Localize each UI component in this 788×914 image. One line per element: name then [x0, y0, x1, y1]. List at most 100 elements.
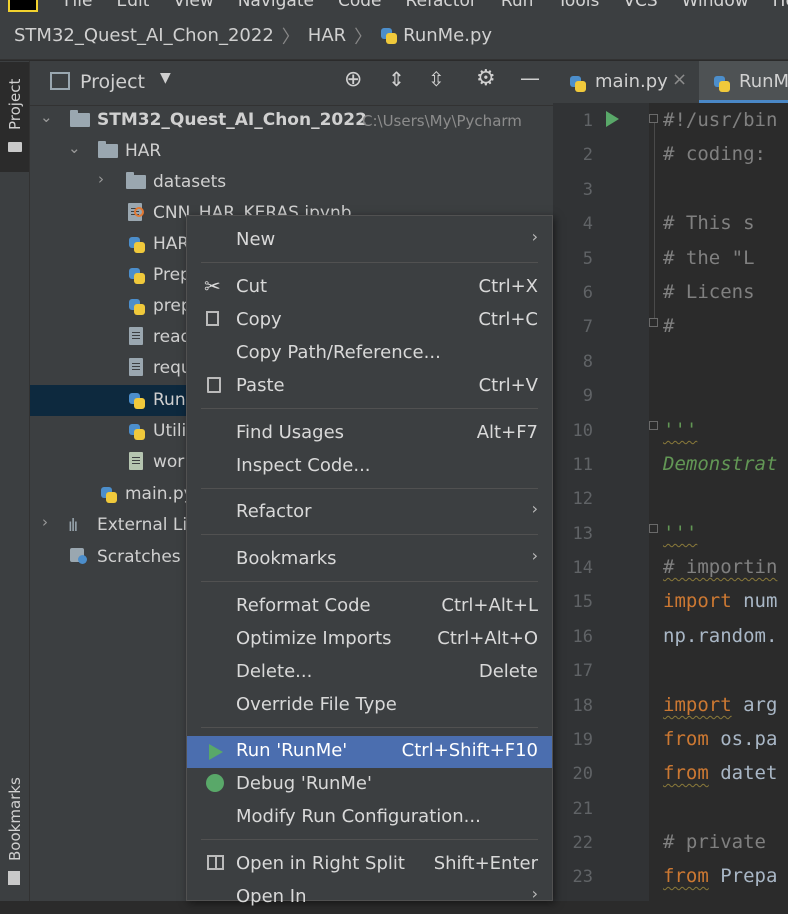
- tree-item-root[interactable]: ⌄ STM32_Quest_AI_Chon_2022 C:\Users\My\P…: [30, 105, 553, 136]
- menu-help[interactable]: Help: [773, 0, 788, 11]
- menu-item-open-right-split[interactable]: Open in Right Split Shift+Enter: [187, 849, 552, 881]
- menu-item-run[interactable]: Run 'RunMe' Ctrl+Shift+F10: [187, 736, 552, 768]
- menu-item-open-in[interactable]: Open In ›: [187, 882, 552, 914]
- menu-item-optimize-imports[interactable]: Optimize Imports Ctrl+Alt+O: [187, 624, 552, 656]
- menu-item-cut[interactable]: ✂ Cut Ctrl+X: [187, 272, 552, 304]
- fold-icon[interactable]: [649, 318, 658, 327]
- menu-item-label: Find Usages: [236, 422, 345, 443]
- view-dropdown-icon[interactable]: ▼: [160, 70, 171, 86]
- menu-file[interactable]: File: [64, 0, 92, 11]
- menu-navigate[interactable]: Navigate: [238, 0, 314, 11]
- chevron-right-icon: ›: [531, 546, 538, 565]
- line-number: 20: [572, 764, 593, 784]
- project-panel-header: Project ▼ ⊕ ⇕ ⇳ ⚙ —: [30, 61, 553, 106]
- copy-icon: [206, 311, 219, 326]
- tree-item-har-folder[interactable]: ⌄ HAR: [30, 136, 553, 167]
- text-file-icon: [129, 327, 143, 345]
- menu-run[interactable]: Run: [501, 0, 534, 11]
- menu-item-find-usages[interactable]: Find Usages Alt+F7: [187, 418, 552, 450]
- menu-item-override-file-type[interactable]: Override File Type: [187, 690, 552, 722]
- breadcrumb-project[interactable]: STM32_Quest_AI_Chon_2022: [14, 25, 274, 46]
- menu-item-shortcut: Ctrl+C: [478, 309, 538, 330]
- breadcrumb-folder[interactable]: HAR: [308, 25, 346, 46]
- code-text: os.pa: [708, 728, 778, 750]
- jupyter-badge-icon: [134, 207, 144, 217]
- tree-item-label: Utili: [153, 421, 187, 441]
- fold-icon[interactable]: [649, 524, 658, 533]
- menu-item-label: Copy Path/Reference...: [236, 342, 441, 363]
- bookmarks-stripe-button[interactable]: Bookmarks: [0, 765, 29, 895]
- tree-item-label: External Li: [97, 515, 188, 535]
- chevron-right-icon[interactable]: ›: [42, 513, 48, 531]
- menu-item-bookmarks[interactable]: Bookmarks ›: [187, 544, 552, 576]
- menu-view[interactable]: View: [173, 0, 213, 11]
- menu-item-delete[interactable]: Delete... Delete: [187, 657, 552, 689]
- hide-panel-icon[interactable]: —: [520, 66, 540, 90]
- chevron-right-icon: ›: [531, 227, 538, 246]
- menu-item-shortcut: Ctrl+Shift+F10: [401, 740, 538, 761]
- tree-item-label: datasets: [153, 172, 227, 192]
- menu-tools[interactable]: Tools: [557, 0, 599, 11]
- breadcrumb-file[interactable]: RunMe.py: [403, 25, 492, 46]
- project-stripe-button[interactable]: Project: [0, 62, 29, 172]
- menu-separator: [201, 727, 538, 728]
- python-file-icon: [569, 75, 587, 93]
- menu-item-debug[interactable]: Debug 'RunMe': [187, 769, 552, 801]
- chevron-down-icon[interactable]: ⌄: [68, 139, 81, 157]
- code-keyword: import: [663, 590, 732, 612]
- gear-icon[interactable]: ⚙: [476, 66, 496, 91]
- locate-file-icon[interactable]: ⊕: [344, 67, 362, 92]
- menu-refactor[interactable]: Refactor: [406, 0, 477, 11]
- line-number: 15: [572, 592, 593, 612]
- menu-window[interactable]: Window: [682, 0, 749, 11]
- menu-item-copy[interactable]: Copy Ctrl+C: [187, 305, 552, 337]
- menu-item-copy-path[interactable]: Copy Path/Reference...: [187, 338, 552, 370]
- tab-main-py[interactable]: main.py ×: [553, 61, 696, 103]
- python-file-icon: [128, 267, 146, 285]
- python-file-icon: [128, 236, 146, 254]
- project-view-icon: [50, 72, 70, 90]
- run-gutter-icon[interactable]: [606, 111, 619, 127]
- chevron-down-icon[interactable]: ⌄: [40, 108, 53, 126]
- chevron-right-icon: ›: [531, 884, 538, 903]
- menu-edit[interactable]: Edit: [116, 0, 149, 11]
- menu-item-inspect-code[interactable]: Inspect Code...: [187, 451, 552, 483]
- line-number: 2: [582, 145, 593, 165]
- menu-item-paste[interactable]: Paste Ctrl+V: [187, 371, 552, 403]
- menu-item-new[interactable]: New ›: [187, 225, 552, 257]
- code-line: from datet: [663, 762, 777, 784]
- menu-item-reformat-code[interactable]: Reformat Code Ctrl+Alt+L: [187, 591, 552, 623]
- main-menubar: File Edit View Navigate Code Refactor Ru…: [0, 0, 788, 12]
- code-keyword: from: [663, 728, 709, 750]
- line-number: 13: [572, 524, 593, 544]
- menu-item-label: Copy: [236, 309, 282, 330]
- project-panel-title[interactable]: Project: [80, 71, 145, 93]
- menu-item-refactor[interactable]: Refactor ›: [187, 497, 552, 529]
- chevron-right-icon[interactable]: ›: [98, 170, 104, 188]
- menu-separator: [201, 488, 538, 489]
- code-text: num: [731, 590, 778, 612]
- python-file-icon: [128, 298, 146, 316]
- code-text: arg: [731, 694, 778, 716]
- menu-item-label: Inspect Code...: [236, 455, 371, 476]
- menu-item-modify-run-config[interactable]: Modify Run Configuration...: [187, 802, 552, 834]
- tree-item-datasets[interactable]: › datasets: [30, 167, 553, 198]
- menu-code[interactable]: Code: [338, 0, 382, 11]
- folder-icon: [70, 110, 90, 127]
- menu-separator: [201, 581, 538, 582]
- menu-item-label: Cut: [236, 276, 268, 297]
- tab-runme-py[interactable]: RunM: [699, 61, 788, 103]
- fold-icon[interactable]: [649, 421, 658, 430]
- menu-item-label: Override File Type: [236, 694, 397, 715]
- code-line: from Prepa: [663, 865, 777, 887]
- line-number: 11: [572, 455, 593, 475]
- code-keyword: from: [663, 762, 709, 784]
- fold-icon[interactable]: [649, 114, 658, 123]
- scissors-icon: ✂: [204, 274, 221, 298]
- collapse-all-icon[interactable]: ⇳: [428, 67, 445, 91]
- tree-item-label: HAR: [125, 141, 162, 161]
- expand-all-icon[interactable]: ⇕: [388, 67, 405, 91]
- menu-vcs[interactable]: VCS: [623, 0, 657, 11]
- line-number: 21: [572, 799, 593, 819]
- close-icon[interactable]: ×: [672, 69, 687, 90]
